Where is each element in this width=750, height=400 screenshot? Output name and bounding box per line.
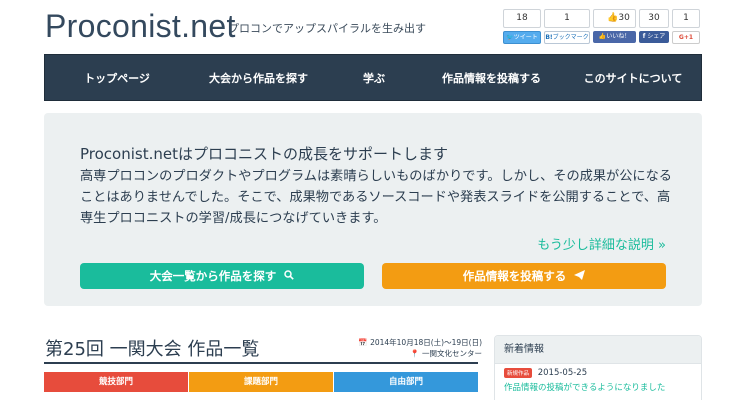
post-work-label: 作品情報を投稿する xyxy=(462,269,567,283)
hero-description: 高専プロコンのプロダクトやプログラムは素晴らしいものばかりです。しかし、その成果… xyxy=(80,169,672,226)
event-date: 📅 2014年10月18日(土)〜19日(日) xyxy=(358,338,482,347)
tweet-button[interactable]: 🐦ツイート xyxy=(503,31,541,44)
hero-panel: Proconist.netはプロコニストの成長をサポートします 高専プロコンのプ… xyxy=(44,113,702,306)
tab-competition[interactable]: 競技部門 xyxy=(44,372,188,392)
hatena-count: 1 xyxy=(544,9,590,28)
twitter-bird-icon: 🐦 xyxy=(506,34,514,41)
tweet-count: 18 xyxy=(503,9,541,28)
news-header: 新着情報 xyxy=(495,336,701,364)
hatena-share[interactable]: 1 B!ブックマーク xyxy=(544,9,590,44)
site-logo[interactable]: Proconist.net xyxy=(45,8,236,45)
share-count: 30 xyxy=(639,9,669,28)
news-link[interactable]: 作品情報の投稿ができるようになりました xyxy=(504,381,692,393)
facebook-share[interactable]: 30 f シェア xyxy=(639,9,669,43)
nav-item-about[interactable]: このサイトについて xyxy=(563,55,703,102)
nav-item-top[interactable]: トップページ xyxy=(45,55,189,102)
section-divider xyxy=(44,362,478,364)
google-plus-icon: G+1 xyxy=(678,34,694,41)
search-works-label: 大会一覧から作品を探す xyxy=(149,269,277,283)
facebook-like[interactable]: 👍30 👍いいね！ xyxy=(593,9,636,43)
like-count: 👍30 xyxy=(593,9,636,28)
search-works-button[interactable]: 大会一覧から作品を探す xyxy=(80,263,364,289)
twitter-share[interactable]: 18 🐦ツイート xyxy=(503,9,541,44)
site-tagline: プロコンでアップスパイラルを生み出す xyxy=(228,22,426,35)
gplus-count: 1 xyxy=(672,9,700,28)
google-plus-share[interactable]: 1 G+1 xyxy=(672,9,700,44)
tab-assignment[interactable]: 課題部門 xyxy=(189,372,333,392)
like-button[interactable]: 👍いいね！ xyxy=(593,31,636,43)
tab-free[interactable]: 自由部門 xyxy=(334,372,478,392)
event-title: 第25回 一関大会 作品一覧 xyxy=(45,339,260,360)
news-item: 新規作品 2015-05-25 作品情報の投稿ができるようになりました xyxy=(495,364,701,397)
hatena-bookmark-button[interactable]: B!ブックマーク xyxy=(544,31,590,44)
map-marker-icon: 📍 xyxy=(410,349,420,358)
news-panel: 新着情報 新規作品 2015-05-25 作品情報の投稿ができるようになりました xyxy=(494,335,702,400)
share-button[interactable]: f シェア xyxy=(639,31,669,43)
main-nav: トップページ 大会から作品を探す 学ぶ 作品情報を投稿する このサイトについて xyxy=(44,54,702,101)
news-date: 2015-05-25 xyxy=(537,368,588,378)
nav-item-search-by-contest[interactable]: 大会から作品を探す xyxy=(189,55,328,102)
hatena-b-icon: B! xyxy=(545,34,553,41)
paper-plane-icon xyxy=(574,264,586,290)
gplus-button[interactable]: G+1 xyxy=(672,31,700,44)
event-meta: 📅 2014年10月18日(土)〜19日(日) 📍 一関文化センター xyxy=(358,337,482,359)
facebook-f-icon: f xyxy=(642,33,646,40)
nav-item-post-work[interactable]: 作品情報を投稿する xyxy=(420,55,563,102)
search-icon xyxy=(284,264,295,290)
event-venue: 📍 一関文化センター xyxy=(410,349,482,358)
thumbs-up-icon: 👍 xyxy=(607,13,619,23)
hero-title: Proconist.netはプロコニストの成長をサポートします xyxy=(80,145,448,163)
more-details-link[interactable]: もう少し詳細な説明 » xyxy=(537,234,666,253)
calendar-icon: 📅 xyxy=(358,338,368,347)
new-badge: 新規作品 xyxy=(504,368,533,378)
nav-item-learn[interactable]: 学ぶ xyxy=(328,55,420,102)
post-work-button[interactable]: 作品情報を投稿する xyxy=(382,263,666,289)
